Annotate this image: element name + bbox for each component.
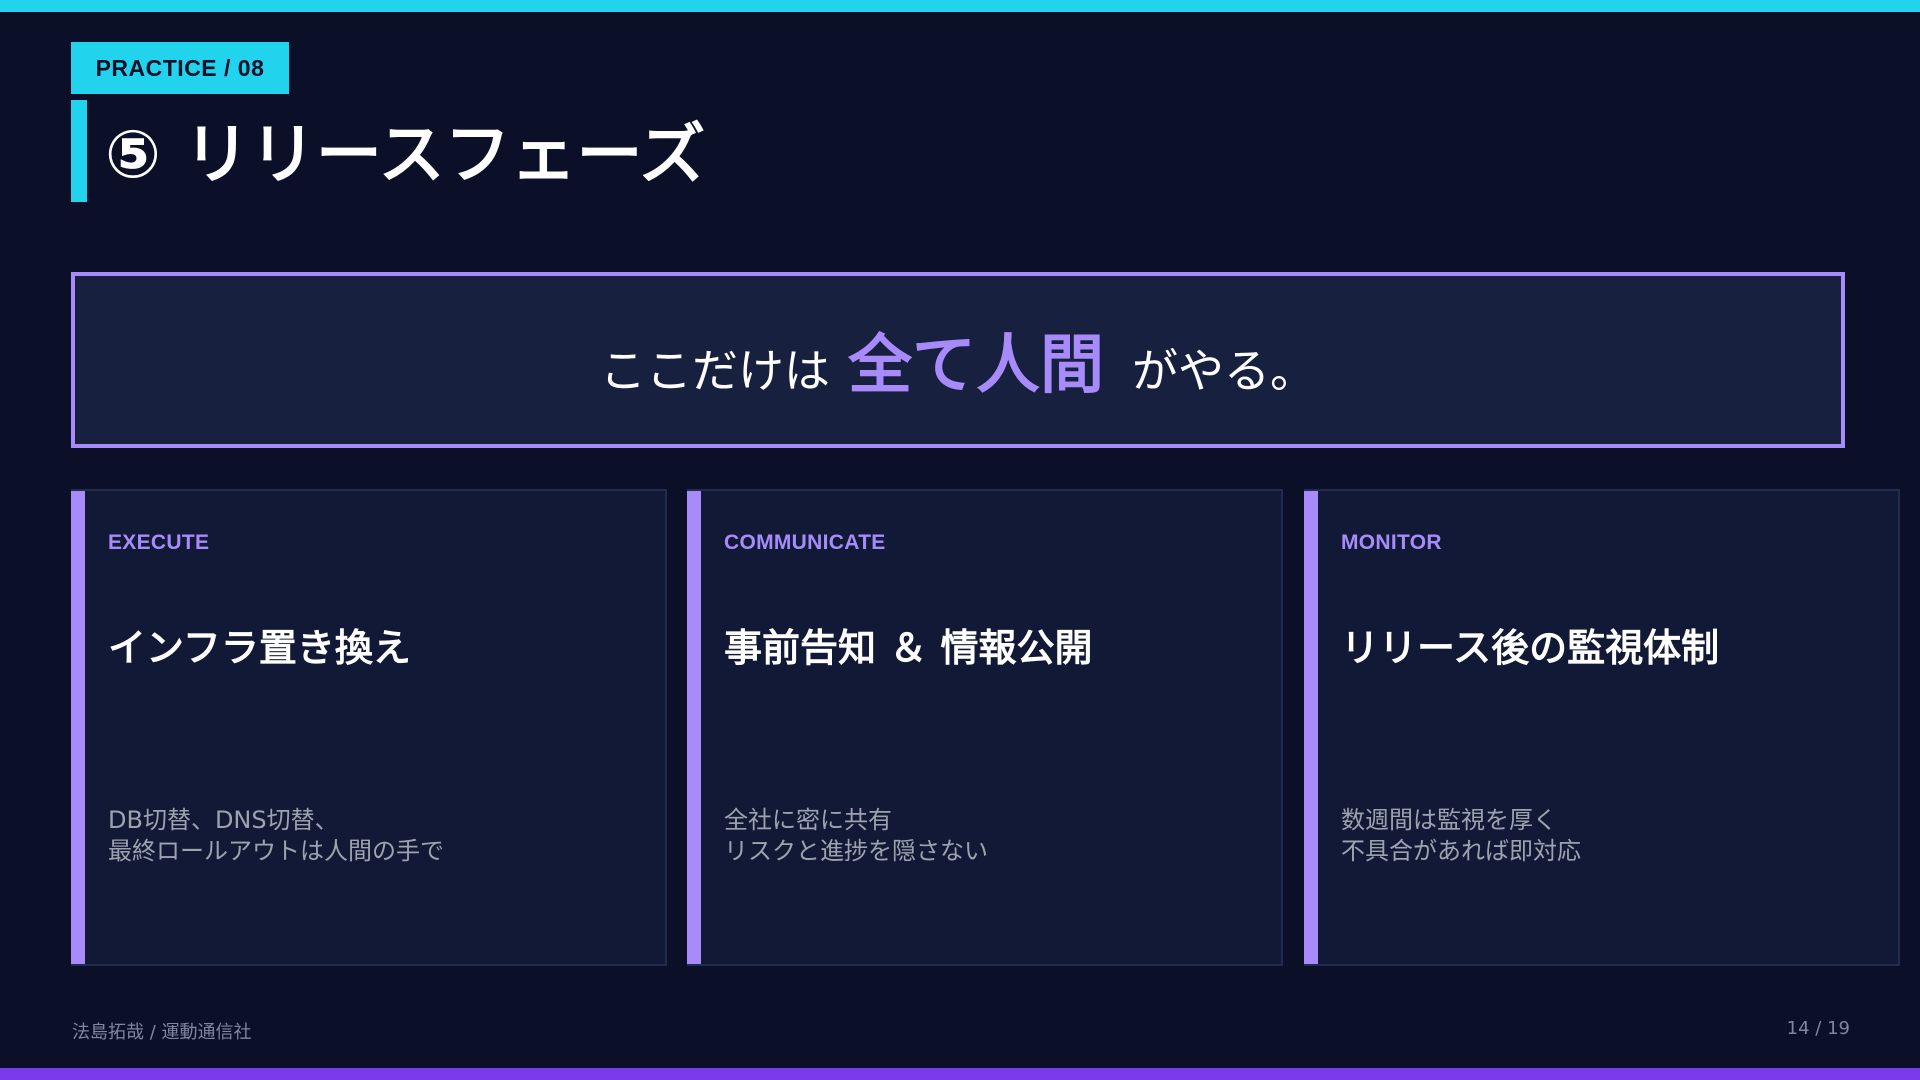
card-desc-line: 数週間は監視を厚く [1341,806,1557,834]
page-number: 14 / 19 [1786,1018,1850,1039]
card-desc-line: DB切替、DNS切替、 [108,806,339,834]
card-accent-bar [71,491,85,964]
footer-author: 法島拓哉 / 運動通信社 [72,1022,252,1043]
hero-emphasis: 全て人間 [848,329,1104,403]
hero-statement: ここだけは 全て人間 がやる。 [600,314,1316,406]
card-title: インフラ置き換え [108,626,411,670]
hero-suffix: がやる。 [1132,344,1316,398]
card-description: 数週間は監視を厚く 不具合があれば即対応 [1341,805,1581,867]
slide-title: ⑤ リリースフェーズ [105,116,706,193]
card-desc-line: リスクと進捗を隠さない [724,837,988,865]
card-accent-bar [1304,491,1318,964]
card-communicate: COMMUNICATE 事前告知 ＆ 情報公開 全社に密に共有 リスクと進捗を隠… [687,489,1283,966]
card-title: リリース後の監視体制 [1341,626,1720,670]
card-description: 全社に密に共有 リスクと進捗を隠さない [724,805,988,867]
card-desc-line: 最終ロールアウトは人間の手で [108,837,444,865]
card-title: 事前告知 ＆ 情報公開 [724,626,1093,670]
section-tag: PRACTICE / 08 [71,42,289,94]
bottom-accent-bar [0,1068,1920,1080]
card-desc-line: 全社に密に共有 [724,806,892,834]
hero-prefix: ここだけは [600,344,830,398]
card-label: EXECUTE [108,531,210,554]
title-accent-bar [71,100,87,202]
card-execute: EXECUTE インフラ置き換え DB切替、DNS切替、 最終ロールアウトは人間… [71,489,667,966]
top-accent-bar [0,0,1920,12]
card-desc-line: 不具合があれば即対応 [1341,837,1581,865]
card-accent-bar [687,491,701,964]
card-monitor: MONITOR リリース後の監視体制 数週間は監視を厚く 不具合があれば即対応 [1304,489,1900,966]
card-description: DB切替、DNS切替、 最終ロールアウトは人間の手で [108,805,444,867]
card-label: COMMUNICATE [724,531,886,554]
hero-box: ここだけは 全て人間 がやる。 [71,272,1845,448]
card-label: MONITOR [1341,531,1442,554]
